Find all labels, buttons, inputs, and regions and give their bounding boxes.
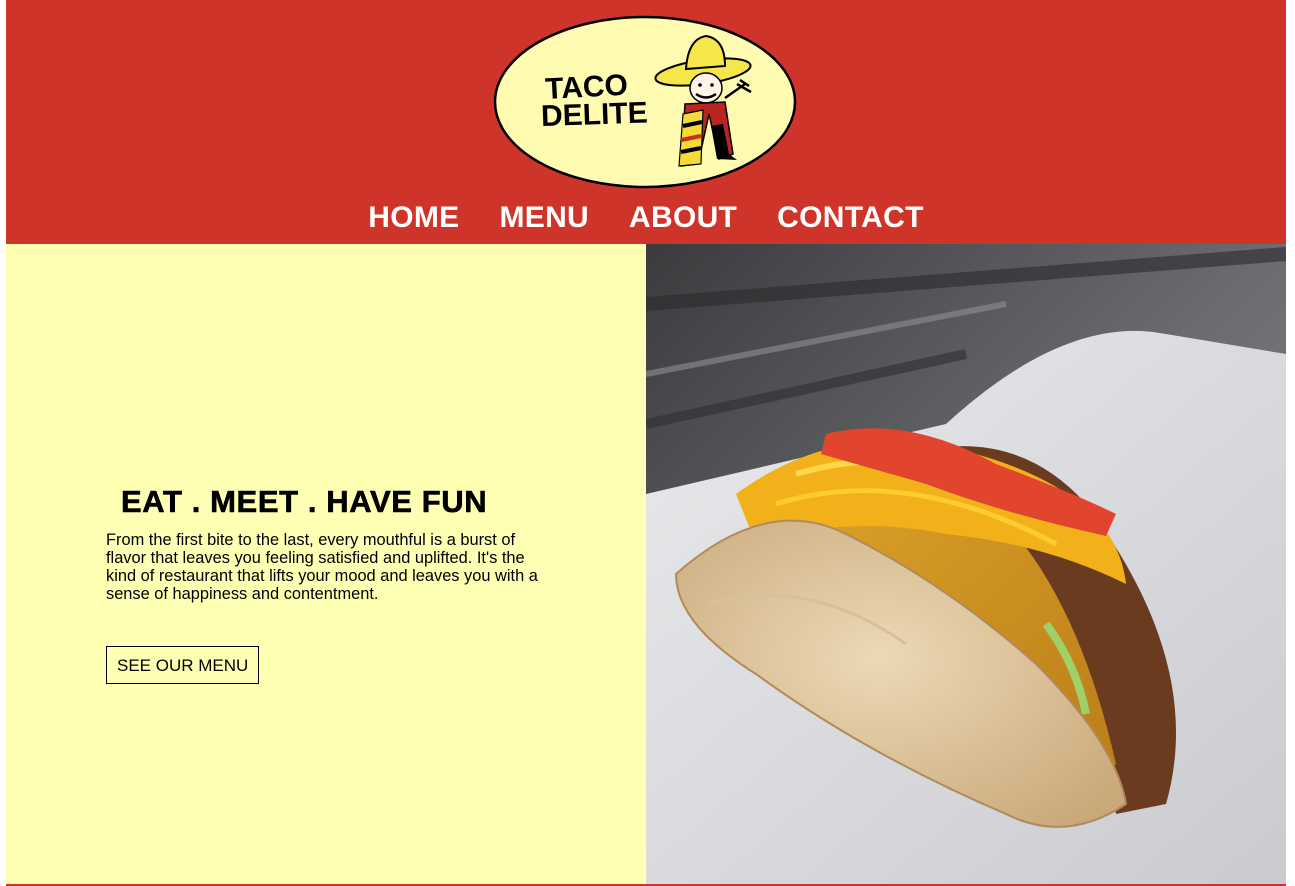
site-header: TACO DELITE HOME MENU ABOUT CONTACT bbox=[6, 0, 1286, 244]
main-nav: HOME MENU ABOUT CONTACT bbox=[6, 196, 1286, 240]
nav-contact[interactable]: CONTACT bbox=[777, 196, 924, 240]
see-our-menu-button[interactable]: SEE OUR MENU bbox=[106, 646, 260, 684]
page: TACO DELITE HOME MENU ABOUT CONTACT EAT … bbox=[6, 0, 1286, 886]
nav-about[interactable]: ABOUT bbox=[629, 196, 737, 240]
taco-photo bbox=[646, 244, 1286, 884]
hero-description: From the first bite to the last, every m… bbox=[106, 531, 538, 603]
taco-delite-logo[interactable]: TACO DELITE bbox=[493, 14, 798, 189]
nav-menu[interactable]: MENU bbox=[499, 196, 589, 240]
taco-photo-icon bbox=[646, 244, 1286, 884]
logo-line2: DELITE bbox=[540, 96, 648, 133]
nav-home[interactable]: HOME bbox=[368, 196, 459, 240]
hero-title: EAT . MEET . HAVE FUN bbox=[121, 484, 488, 520]
logo-icon: TACO DELITE bbox=[493, 15, 797, 189]
hero-text-panel: EAT . MEET . HAVE FUN From the first bit… bbox=[6, 244, 646, 884]
